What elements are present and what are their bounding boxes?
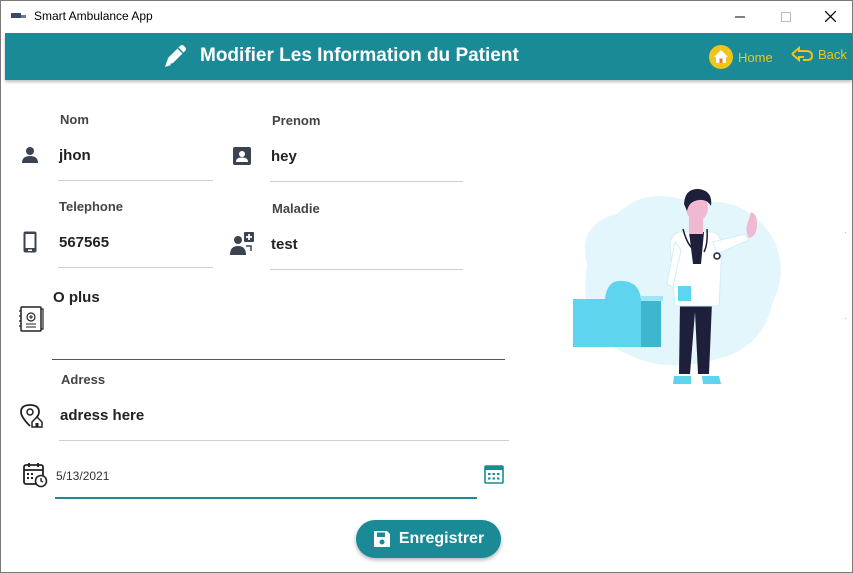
edge-artifact: ·	[844, 314, 847, 323]
maladie-field[interactable]: test	[271, 236, 298, 253]
telephone-label: Telephone	[59, 199, 124, 214]
adress-underline	[59, 440, 509, 441]
doctor-illustration	[573, 188, 781, 384]
close-icon	[824, 11, 836, 22]
minimize-button[interactable]	[717, 1, 763, 32]
person-icon	[22, 147, 38, 163]
contact-card-icon	[233, 147, 251, 165]
phone-icon	[23, 231, 37, 253]
minimize-icon	[735, 16, 745, 17]
edge-artifact: ·	[844, 228, 847, 237]
adress-label: Adress	[61, 372, 106, 387]
telephone-underline	[58, 267, 213, 268]
save-icon	[373, 531, 390, 547]
o-plus-textarea-line[interactable]	[52, 359, 505, 360]
home-label: Home	[738, 49, 773, 65]
app-icon	[11, 13, 26, 18]
app-window: Smart Ambulance App Modifier Les Informa…	[0, 0, 853, 573]
maladie-underline	[270, 269, 463, 270]
back-button[interactable]: Back	[790, 44, 847, 64]
save-button[interactable]: Enregistrer	[356, 520, 501, 558]
patient-sick-icon	[230, 232, 254, 255]
prenom-label: Prenom	[272, 113, 321, 128]
nom-field[interactable]: jhon	[59, 147, 91, 164]
page-header: Modifier Les Information du Patient Home…	[5, 33, 852, 80]
prenom-field[interactable]: hey	[271, 148, 297, 165]
telephone-field[interactable]: 567565	[59, 234, 109, 251]
adress-field[interactable]: adress here	[60, 407, 144, 424]
window-title: Smart Ambulance App	[34, 9, 153, 23]
nom-underline	[58, 180, 213, 181]
prenom-underline	[270, 181, 463, 182]
back-label: Back	[818, 46, 847, 62]
nom-label: Nom	[60, 112, 89, 127]
calendar-clock-icon	[23, 463, 48, 488]
notebook-icon	[19, 306, 44, 332]
calendar-picker-icon[interactable]	[484, 464, 504, 484]
save-label: Enregistrer	[398, 530, 485, 547]
maximize-icon	[781, 11, 791, 22]
date-field[interactable]: 5/13/2021	[56, 469, 109, 483]
back-arrow-icon	[791, 45, 814, 63]
location-home-icon	[20, 404, 43, 428]
pencil-icon	[165, 45, 186, 67]
maladie-label: Maladie	[272, 201, 320, 216]
o-plus-label: O plus	[53, 289, 100, 306]
title-bar: Smart Ambulance App	[1, 1, 852, 32]
close-button[interactable]	[807, 1, 853, 32]
maximize-button[interactable]	[763, 1, 809, 32]
home-button[interactable]: Home	[708, 44, 773, 70]
date-underline	[55, 497, 477, 499]
page-title: Modifier Les Information du Patient	[200, 45, 519, 66]
home-icon	[709, 45, 733, 69]
